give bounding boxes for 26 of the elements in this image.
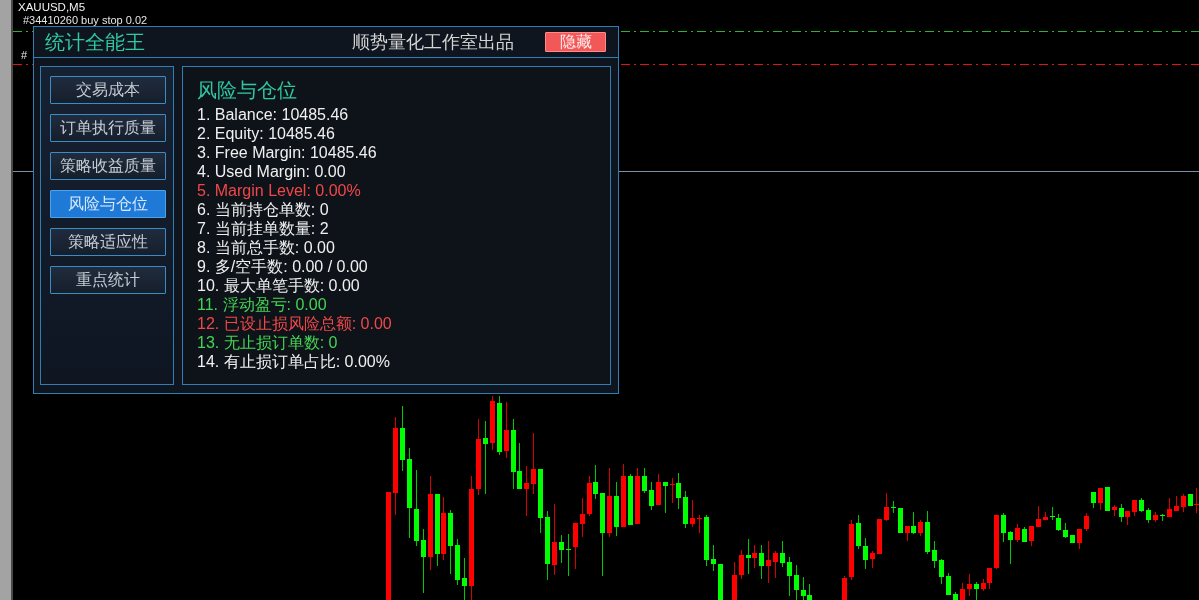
nav-button[interactable]: 交易成本 bbox=[50, 76, 166, 104]
order-label: # bbox=[21, 49, 28, 61]
stat-line: 4. Used Margin: 0.00 bbox=[197, 162, 346, 181]
stat-line: 2. Equity: 10485.46 bbox=[197, 124, 335, 143]
order-label: #34410260 buy stop 0.02 bbox=[23, 14, 148, 26]
stat-line: 14. 有止损订单占比: 0.00% bbox=[197, 352, 390, 371]
section-heading: 风险与仓位 bbox=[197, 78, 297, 102]
stat-line: 10. 最大单笔手数: 0.00 bbox=[197, 276, 360, 295]
nav-button[interactable]: 风险与仓位 bbox=[50, 190, 166, 218]
stat-line: 7. 当前挂单数量: 2 bbox=[197, 219, 329, 238]
stat-line: 8. 当前总手数: 0.00 bbox=[197, 238, 335, 257]
stat-line: 12. 已设止损风险总额: 0.00 bbox=[197, 314, 392, 333]
stat-line: 6. 当前持仓单数: 0 bbox=[197, 200, 329, 219]
stat-line: 9. 多/空手数: 0.00 / 0.00 bbox=[197, 257, 368, 276]
stat-line: 5. Margin Level: 0.00% bbox=[197, 181, 361, 200]
stat-line: 1. Balance: 10485.46 bbox=[197, 105, 349, 124]
nav-button[interactable]: 策略收益质量 bbox=[50, 152, 166, 180]
stat-line: 11. 浮动盈亏: 0.00 bbox=[197, 295, 327, 314]
nav-button[interactable]: 订单执行质量 bbox=[50, 114, 166, 142]
nav-button[interactable]: 重点统计 bbox=[50, 266, 166, 294]
nav-button[interactable]: 策略适应性 bbox=[50, 228, 166, 256]
chart-symbol-label: XAUUSD,M5 bbox=[18, 1, 86, 14]
stat-line: 13. 无止损订单数: 0 bbox=[197, 333, 338, 352]
panel-subtitle: 顺势量化工作室出品 bbox=[352, 31, 514, 54]
panel-title: 统计全能王 bbox=[45, 29, 145, 55]
stat-line: 3. Free Margin: 10485.46 bbox=[197, 143, 377, 162]
